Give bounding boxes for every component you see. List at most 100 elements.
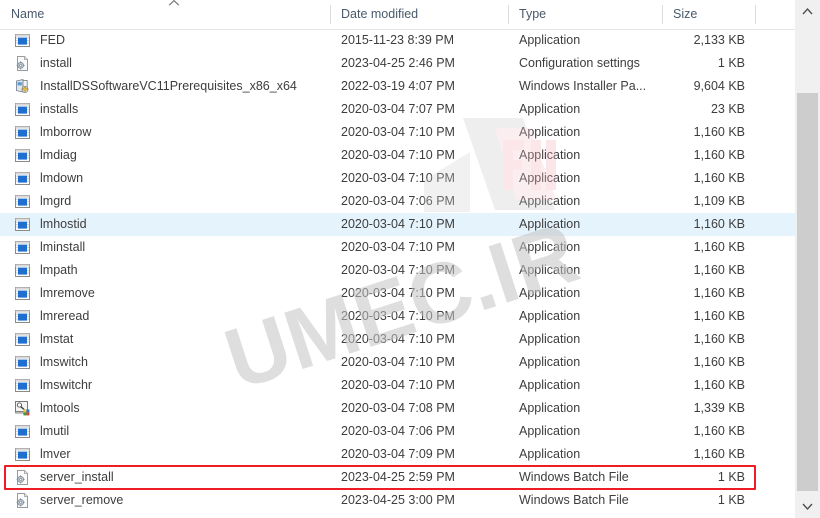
application-exe-icon (15, 34, 30, 47)
file-row[interactable]: lmborrow 2020-03-04 7:10 PM Application 1,1… (0, 121, 795, 144)
file-row[interactable]: lmreread 2020-03-04 7:10 PM Application 1,1… (0, 305, 795, 328)
file-name-cell[interactable]: server_remove (14, 489, 324, 512)
column-header-type[interactable]: Type (508, 0, 662, 28)
column-divider[interactable] (662, 5, 663, 24)
file-name-cell[interactable]: lmtools (14, 397, 324, 420)
file-name-cell[interactable]: lmdown (14, 167, 324, 190)
file-name-label: lmremove (40, 286, 95, 300)
file-row[interactable]: lmdiag 2020-03-04 7:10 PM Application 1,160… (0, 144, 795, 167)
file-size-cell: 1,160 KB (693, 240, 745, 254)
batch-file-icon (16, 493, 28, 508)
file-row[interactable]: lmpath 2020-03-04 7:10 PM Application 1,160… (0, 259, 795, 282)
file-type-cell: Application (519, 355, 581, 369)
column-header-date-modified-label: Date modified (341, 7, 419, 21)
file-row[interactable]: lmswitch 2020-03-04 7:10 PM Application 1,1… (0, 351, 795, 374)
file-size-cell: 1 KB (717, 493, 745, 507)
file-name-cell[interactable]: lmreread (14, 305, 324, 328)
file-row[interactable]: installs 2020-03-04 7:07 PM Application 23 … (0, 98, 795, 121)
file-name-cell[interactable]: lminstall (14, 236, 324, 259)
file-row[interactable]: lminstall 2020-03-04 7:10 PM Application 1,… (0, 236, 795, 259)
application-exe-icon (15, 218, 30, 231)
file-row[interactable]: lmtools 2020-03-04 7:08 PM Application 1,33… (0, 397, 795, 420)
application-exe-icon (15, 195, 30, 208)
file-row[interactable]: FED 2015-11-23 8:39 PM Application 2,133 KB (0, 29, 795, 52)
file-row[interactable]: install 2023-04-25 2:46 PM Configuration s… (0, 52, 795, 75)
application-exe-icon (15, 425, 30, 438)
file-date-modified-cell: 2020-03-04 7:10 PM (341, 355, 455, 369)
file-type-cell: Application (519, 125, 581, 139)
column-header-size[interactable]: Size (662, 0, 755, 28)
file-date-modified-cell: 2020-03-04 7:06 PM (341, 424, 455, 438)
file-row[interactable]: lmgrd 2020-03-04 7:06 PM Application 1,109 … (0, 190, 795, 213)
file-name-cell[interactable]: lmremove (14, 282, 324, 305)
scrollbar-thumb[interactable] (797, 93, 818, 491)
file-name-label: lmborrow (40, 125, 92, 139)
file-name-cell[interactable]: FED (14, 29, 324, 52)
file-date-modified-cell: 2020-03-04 7:10 PM (341, 125, 455, 139)
file-row[interactable]: lmhostid 2020-03-04 7:10 PM Application 1,1… (0, 213, 795, 236)
file-name-cell[interactable]: lmver (14, 443, 324, 466)
file-name-cell[interactable]: lmdiag (14, 144, 324, 167)
file-name-cell[interactable]: server_install (14, 466, 324, 489)
file-name-label: InstallDSSoftwareVC11Prerequisites_x86_x… (40, 79, 297, 93)
file-name-cell[interactable]: InstallDSSoftwareVC11Prerequisites_x86_x… (14, 75, 324, 98)
file-name-cell[interactable]: lmgrd (14, 190, 324, 213)
column-header-spacer[interactable] (755, 0, 795, 28)
vertical-scrollbar[interactable] (795, 0, 820, 518)
file-name-cell[interactable]: lmborrow (14, 121, 324, 144)
column-divider[interactable] (508, 5, 509, 24)
file-size-cell: 1,160 KB (693, 148, 745, 162)
file-type-cell: Application (519, 102, 581, 116)
file-name-cell[interactable]: install (14, 52, 324, 75)
column-divider[interactable] (755, 5, 756, 24)
application-exe-icon (15, 310, 30, 323)
file-type-cell: Application (519, 33, 581, 47)
column-header-date-modified[interactable]: Date modified (330, 0, 508, 28)
file-name-label: lmswitch (40, 355, 88, 369)
file-size-cell: 23 KB (710, 102, 745, 116)
file-name-label: lmtools (40, 401, 80, 415)
file-row[interactable]: server_remove 2023-04-25 3:00 PM Windows B… (0, 489, 795, 512)
file-row[interactable]: lmswitchr 2020-03-04 7:10 PM Application 1,… (0, 374, 795, 397)
column-header-name[interactable]: Name (0, 0, 330, 28)
file-date-modified-cell: 2020-03-04 7:10 PM (341, 309, 455, 323)
file-name-cell[interactable]: lmpath (14, 259, 324, 282)
file-row[interactable]: lmver 2020-03-04 7:09 PM Application 1,160 … (0, 443, 795, 466)
file-row[interactable]: lmremove 2020-03-04 7:10 PM Application 1,1… (0, 282, 795, 305)
file-list-rows[interactable]: FED 2015-11-23 8:39 PM Application 2,133 KB… (0, 29, 795, 518)
file-name-label: server_install (40, 470, 114, 484)
file-name-cell[interactable]: installs (14, 98, 324, 121)
column-divider[interactable] (330, 5, 331, 24)
scrollbar-up-button[interactable] (795, 0, 820, 23)
application-exe-icon (15, 126, 30, 139)
file-type-cell: Application (519, 378, 581, 392)
file-type-cell: Application (519, 447, 581, 461)
file-row[interactable]: InstallDSSoftwareVC11Prerequisites_x86_x… (0, 75, 795, 98)
file-name-cell[interactable]: lmhostid (14, 213, 324, 236)
application-exe-icon (15, 149, 30, 162)
file-type-cell: Application (519, 286, 581, 300)
file-date-modified-cell: 2020-03-04 7:10 PM (341, 378, 455, 392)
file-type-cell: Application (519, 194, 581, 208)
file-date-modified-cell: 2020-03-04 7:10 PM (341, 263, 455, 277)
file-date-modified-cell: 2023-04-25 2:46 PM (341, 56, 455, 70)
file-row[interactable]: server_install 2023-04-25 2:59 PM Windows … (0, 466, 795, 489)
application-exe-icon (15, 287, 30, 300)
file-name-cell[interactable]: lmswitch (14, 351, 324, 374)
file-size-cell: 9,604 KB (693, 79, 745, 93)
file-row[interactable]: lmdown 2020-03-04 7:10 PM Application 1,160… (0, 167, 795, 190)
file-date-modified-cell: 2020-03-04 7:09 PM (341, 447, 455, 461)
application-exe-icon (15, 333, 30, 346)
file-name-cell[interactable]: lmstat (14, 328, 324, 351)
file-name-label: lmdown (40, 171, 84, 185)
file-row[interactable]: lmutil 2020-03-04 7:06 PM Application 1,160… (0, 420, 795, 443)
column-header-row: Name Date modified Type Size (0, 0, 795, 30)
file-type-cell: Application (519, 401, 581, 415)
column-header-size-label: Size (673, 7, 698, 21)
file-type-cell: Application (519, 148, 581, 162)
scrollbar-down-button[interactable] (795, 495, 820, 518)
file-row[interactable]: lmstat 2020-03-04 7:10 PM Application 1,160… (0, 328, 795, 351)
file-name-cell[interactable]: lmutil (14, 420, 324, 443)
file-size-cell: 1,160 KB (693, 309, 745, 323)
file-name-cell[interactable]: lmswitchr (14, 374, 324, 397)
